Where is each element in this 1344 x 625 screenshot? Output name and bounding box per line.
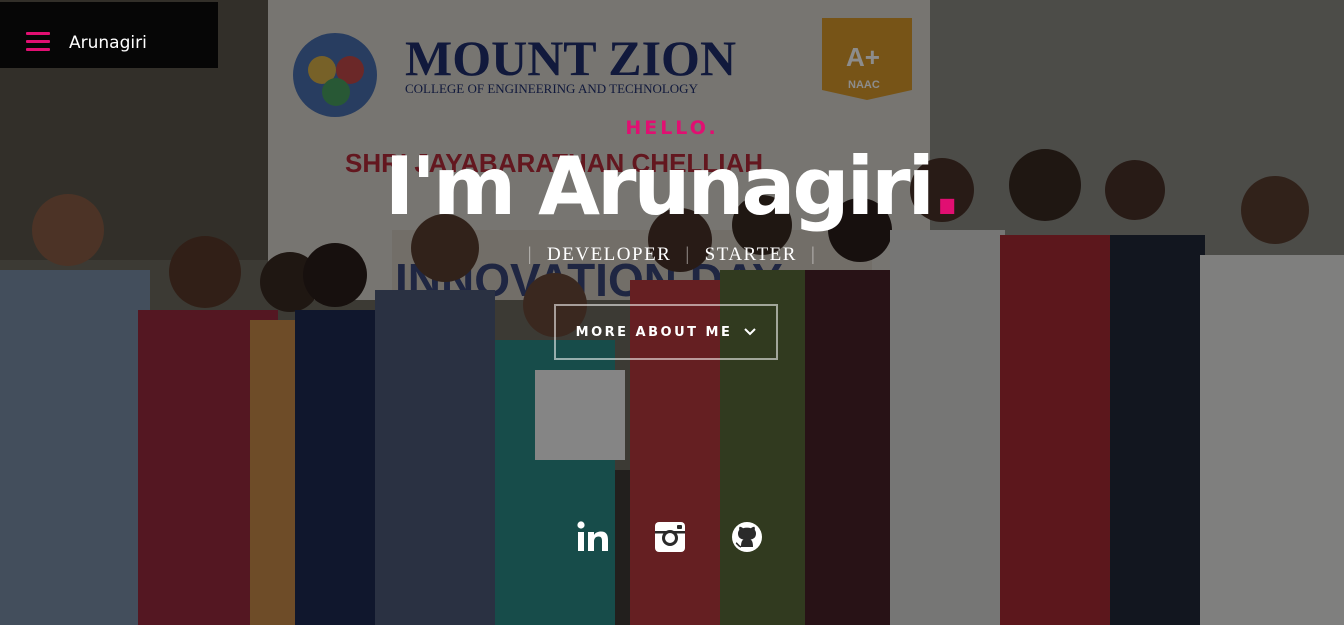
hero-headline-dot: . <box>931 140 962 233</box>
social-links <box>0 520 1344 556</box>
hero-headline-text: I'm Arunagiri <box>384 140 935 233</box>
hero-headline: I'm Arunagiri. <box>0 140 1344 234</box>
hero-greeting: HELLO. <box>625 117 719 139</box>
role-separator: | <box>810 244 817 265</box>
brand-link[interactable]: Arunagiri <box>69 33 147 53</box>
github-link[interactable] <box>730 520 764 554</box>
role-starter: STARTER <box>704 244 797 265</box>
linkedin-icon <box>577 521 608 551</box>
nav-brand-bar: Arunagiri <box>0 2 218 68</box>
more-about-me-label: MORE ABOUT ME <box>575 324 733 340</box>
instagram-icon <box>655 522 685 552</box>
hamburger-menu-icon[interactable] <box>26 32 50 52</box>
chevron-down-icon <box>744 328 757 336</box>
role-separator: | <box>685 244 691 265</box>
instagram-link[interactable] <box>653 520 687 554</box>
linkedin-link[interactable] <box>576 520 610 554</box>
role-separator: | <box>527 244 534 265</box>
github-icon <box>732 522 762 552</box>
more-about-me-button[interactable]: MORE ABOUT ME <box>554 304 778 360</box>
hero-roles: | DEVELOPER | STARTER | <box>0 244 1344 266</box>
role-developer: DEVELOPER <box>547 244 672 265</box>
